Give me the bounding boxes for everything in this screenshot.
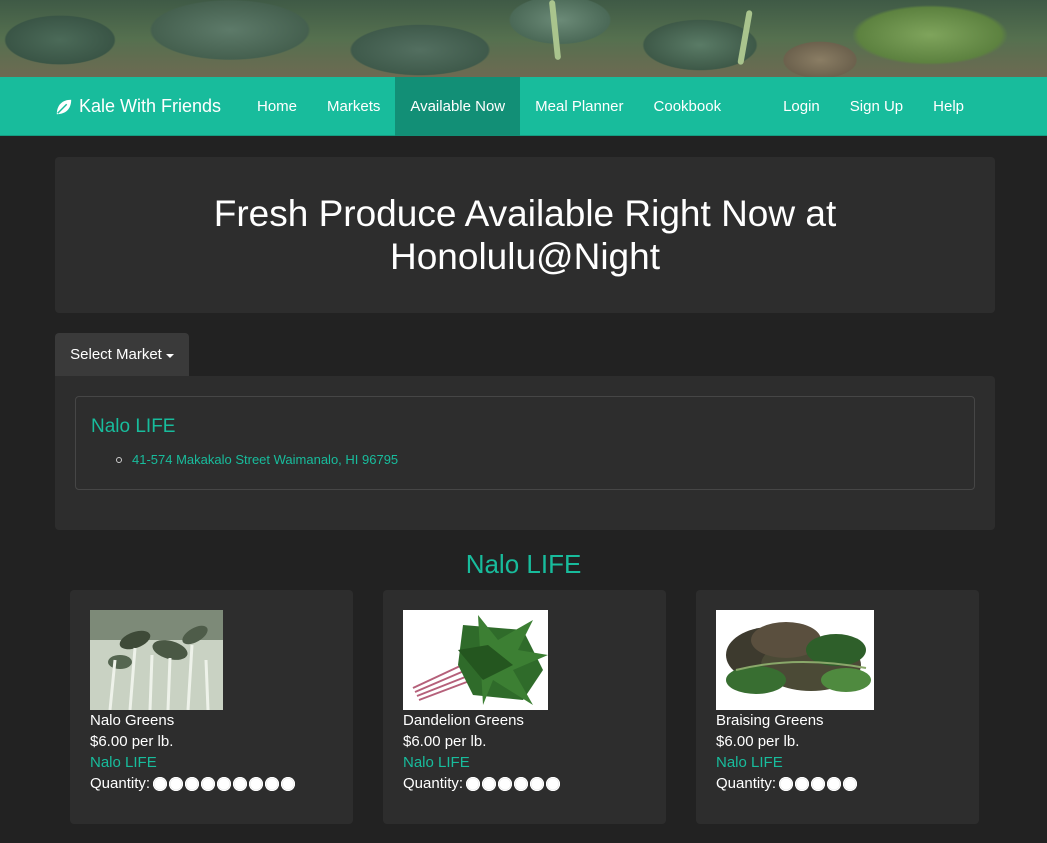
quantity-label: Quantity: <box>90 775 151 792</box>
product-image-braising-greens <box>716 610 874 710</box>
leaf-icon <box>56 99 72 114</box>
product-vendor[interactable]: Nalo LIFE <box>90 754 157 771</box>
product-quantity: Quantity: <box>90 775 296 792</box>
flower-icon <box>498 776 513 791</box>
flower-icon <box>281 776 296 791</box>
flower-icon <box>249 776 264 791</box>
product-price: $6.00 per lb. <box>403 733 487 750</box>
flower-icon <box>185 776 200 791</box>
caret-down-icon <box>165 353 174 358</box>
section-title: Nalo LIFE <box>465 549 582 579</box>
brand-link[interactable]: Kale With Friends <box>55 77 221 136</box>
flower-icon <box>827 776 842 791</box>
product-image-dandelion-greens <box>403 610 548 710</box>
product-vendor[interactable]: Nalo LIFE <box>716 754 783 771</box>
nav-help[interactable]: Help <box>918 77 979 136</box>
market-panel: Nalo LIFE 41-574 Makakalo Street Waimana… <box>55 376 995 530</box>
quantity-label: Quantity: <box>403 775 464 792</box>
market-address-item: 41-574 Makakalo Street Waimanalo, HI 967… <box>116 452 398 467</box>
flower-icon <box>217 776 232 791</box>
flower-icon <box>546 776 561 791</box>
flower-icon <box>482 776 497 791</box>
braising-greens-image <box>716 610 874 710</box>
product-price: $6.00 per lb. <box>716 733 800 750</box>
nav-available-now[interactable]: Available Now <box>395 77 521 136</box>
flower-icon <box>843 776 858 791</box>
page-header: Fresh Produce Available Right Now at Hon… <box>55 157 995 313</box>
product-name: Dandelion Greens <box>403 712 524 729</box>
nav-meal-planner[interactable]: Meal Planner <box>520 77 638 136</box>
market-name[interactable]: Nalo LIFE <box>91 416 175 438</box>
dandelion-image <box>403 610 548 710</box>
flower-icon <box>530 776 545 791</box>
product-quantity: Quantity: <box>716 775 858 792</box>
page-title: Fresh Produce Available Right Now at Hon… <box>213 193 837 277</box>
nav-cookbook[interactable]: Cookbook <box>639 77 737 136</box>
kale-stem <box>737 9 753 66</box>
nav-login[interactable]: Login <box>768 77 835 136</box>
product-name: Nalo Greens <box>90 712 175 729</box>
nav-left: Home Markets Available Now Meal Planner … <box>242 77 736 136</box>
nav-right: Login Sign Up Help <box>768 77 979 136</box>
product-quantity: Quantity: <box>403 775 561 792</box>
select-market-label: Select Market <box>70 346 162 363</box>
quantity-indicator <box>153 776 296 791</box>
flower-icon <box>169 776 184 791</box>
quantity-indicator <box>779 776 858 791</box>
product-price: $6.00 per lb. <box>90 733 174 750</box>
flower-icon <box>153 776 168 791</box>
product-card: Dandelion Greens $6.00 per lb. Nalo LIFE… <box>383 590 666 824</box>
product-vendor[interactable]: Nalo LIFE <box>403 754 470 771</box>
flower-icon <box>795 776 810 791</box>
bullet-icon <box>116 456 122 463</box>
flower-icon <box>811 776 826 791</box>
select-market-dropdown[interactable]: Select Market <box>55 333 189 376</box>
flower-icon <box>201 776 216 791</box>
brand-label: Kale With Friends <box>79 96 222 116</box>
product-image-nalo-greens <box>90 610 223 710</box>
nav-markets[interactable]: Markets <box>312 77 395 136</box>
flower-icon <box>233 776 248 791</box>
flower-icon <box>779 776 794 791</box>
product-name: Braising Greens <box>716 712 824 729</box>
banner-image <box>0 0 1047 77</box>
flower-icon <box>265 776 280 791</box>
nav-home[interactable]: Home <box>242 77 312 136</box>
product-card: Nalo Greens $6.00 per lb. Nalo LIFE Quan… <box>70 590 353 824</box>
sprouts-image <box>90 610 223 710</box>
navbar: Kale With Friends Home Markets Available… <box>0 77 1047 136</box>
market-address[interactable]: 41-574 Makakalo Street Waimanalo, HI 967… <box>132 452 398 467</box>
kale-stem <box>548 0 562 61</box>
quantity-indicator <box>466 776 561 791</box>
flower-icon <box>466 776 481 791</box>
product-card: Braising Greens $6.00 per lb. Nalo LIFE … <box>696 590 979 824</box>
nav-sign-up[interactable]: Sign Up <box>835 77 918 136</box>
flower-icon <box>514 776 529 791</box>
market-card: Nalo LIFE 41-574 Makakalo Street Waimana… <box>75 396 975 490</box>
quantity-label: Quantity: <box>716 775 777 792</box>
